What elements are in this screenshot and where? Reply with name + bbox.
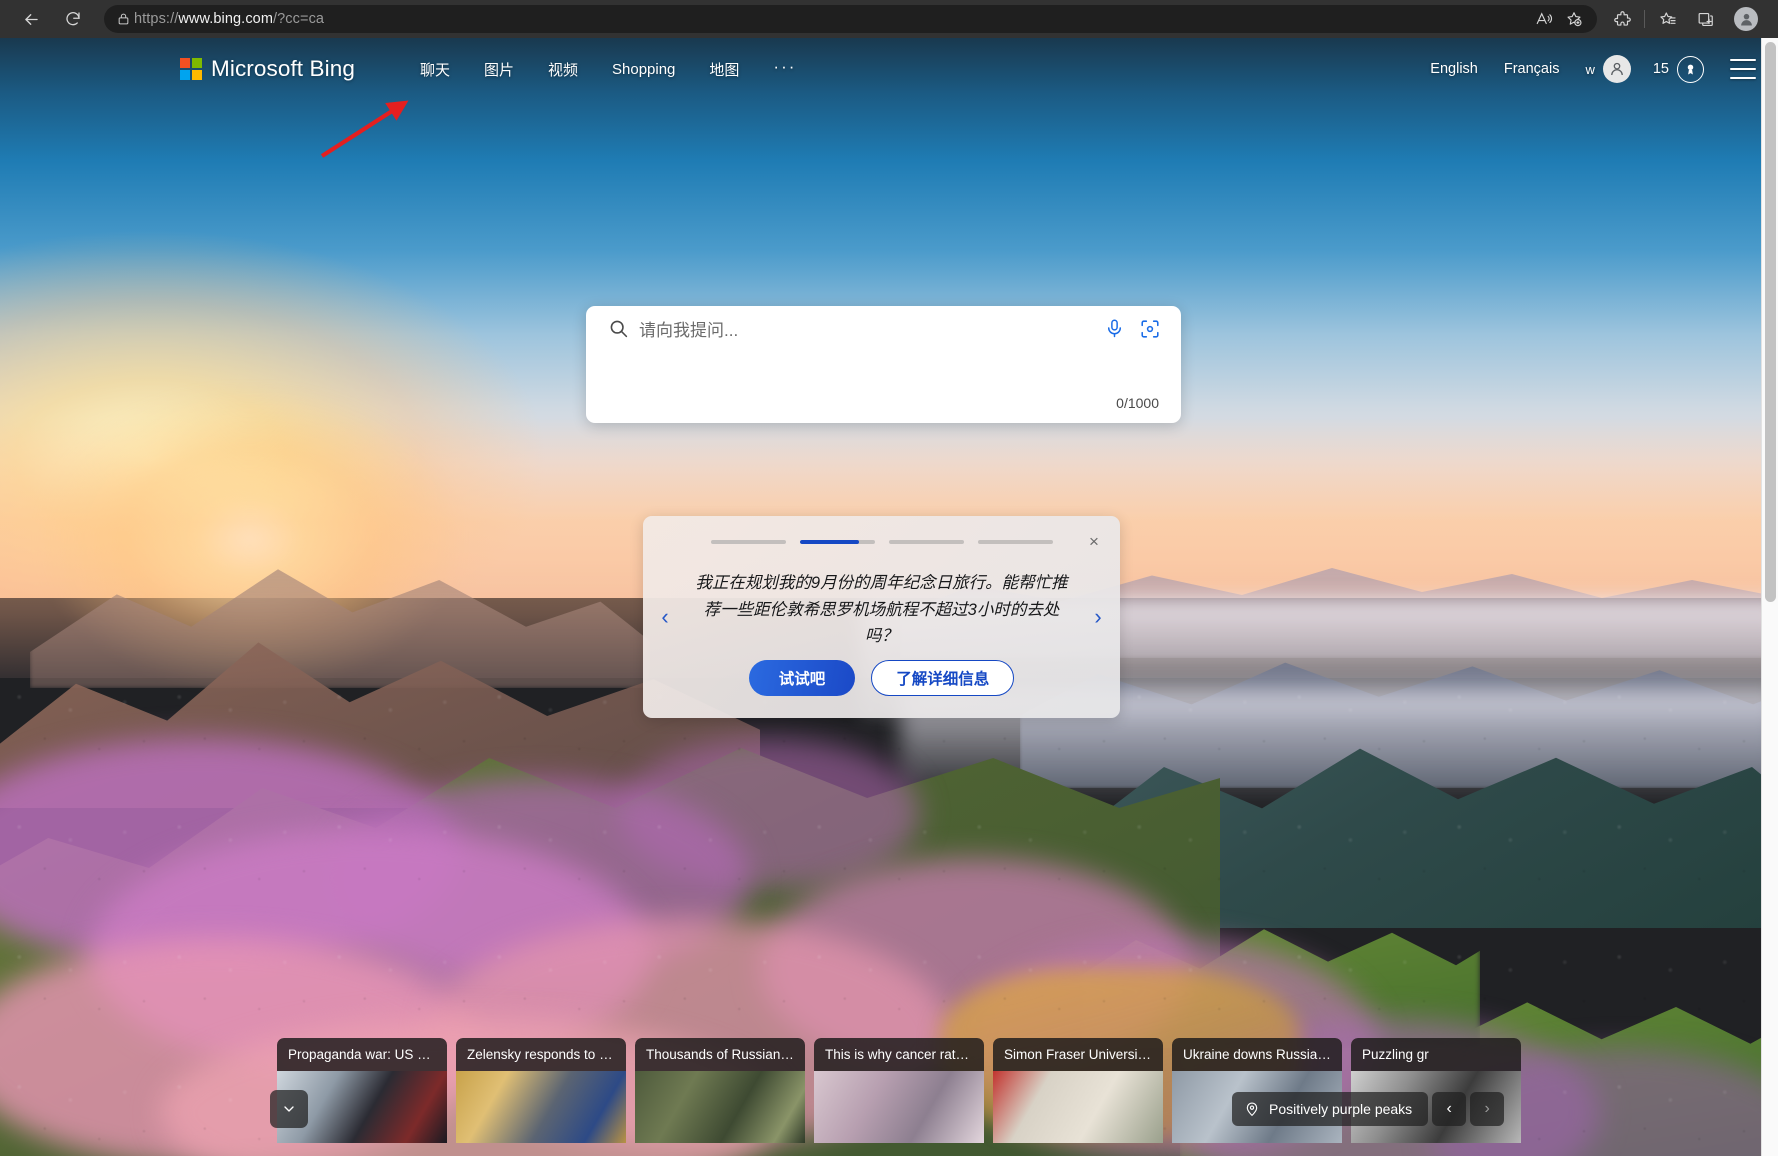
language-english[interactable]: English [1430, 61, 1478, 77]
image-next-button[interactable]: › [1470, 1092, 1505, 1126]
promo-text: 我正在规划我的9月份的周年纪念日旅行。能帮忙推荐一些距伦敦希思罗机场航程不超过3… [695, 574, 1068, 646]
browser-toolbar: https://www.bing.com/?cc=ca [0, 0, 1778, 38]
search-input[interactable] [639, 315, 1104, 347]
news-card-title: Puzzling gr [1351, 1038, 1521, 1071]
language-francais[interactable]: Français [1504, 61, 1560, 77]
image-credit: Positively purple peaks ‹ › [1232, 1092, 1505, 1126]
promo-actions: 试试吧 了解详细信息 [643, 660, 1120, 696]
promo-carousel-card: × ‹ › 我正在规划我的9月份的周年纪念日旅行。能帮忙推荐一些距伦敦希思罗机场… [643, 516, 1120, 718]
carousel-progress [711, 540, 1053, 544]
toolbar-divider [1644, 10, 1645, 28]
news-card-title: Thousands of Russian soldi... [635, 1038, 805, 1071]
rewards-widget[interactable]: 15 [1652, 55, 1704, 83]
refresh-button[interactable] [56, 2, 90, 36]
search-box: 0/1000 [586, 306, 1181, 423]
news-card-thumbnail [456, 1071, 626, 1143]
carousel-prev-icon[interactable]: ‹ [653, 604, 677, 630]
news-card[interactable]: Zelensky responds to Russi... [456, 1038, 626, 1156]
add-favorite-icon[interactable] [1559, 6, 1589, 32]
news-card-title: Ukraine downs Russian hy... [1172, 1038, 1342, 1071]
lock-icon [112, 12, 134, 26]
nav-videos[interactable]: 视频 [531, 53, 595, 86]
nav-images[interactable]: 图片 [467, 53, 531, 86]
nav-maps[interactable]: 地图 [692, 53, 756, 86]
microphone-icon[interactable] [1104, 318, 1125, 344]
hamburger-menu-icon[interactable] [1730, 59, 1756, 79]
learn-more-button[interactable]: 了解详细信息 [871, 660, 1015, 696]
address-bar[interactable]: https://www.bing.com/?cc=ca [104, 5, 1597, 33]
image-credit-pill[interactable]: Positively purple peaks [1232, 1092, 1429, 1126]
close-icon[interactable]: × [1082, 530, 1106, 554]
scrollbar-thumb[interactable] [1765, 42, 1776, 602]
news-card-thumbnail [635, 1071, 805, 1143]
collections-icon[interactable] [1686, 2, 1724, 36]
nav-more-icon[interactable]: ··· [756, 56, 813, 83]
visual-search-icon[interactable] [1139, 318, 1161, 345]
news-card-title: Propaganda war: US says ... [277, 1038, 447, 1071]
url-text: https://www.bing.com/?cc=ca [134, 11, 324, 27]
bing-nav: 聊天 图片 视频 Shopping 地图 ··· [403, 53, 813, 86]
news-card[interactable]: Simon Fraser University hir... [993, 1038, 1163, 1156]
back-button[interactable] [14, 2, 48, 36]
news-card-thumbnail [993, 1071, 1163, 1143]
progress-segment-1[interactable] [711, 540, 786, 544]
url-scheme: https:// [134, 11, 179, 27]
header-right: English Français w 15 [1404, 55, 1778, 83]
nav-shopping[interactable]: Shopping [595, 55, 692, 84]
annotation-arrow [320, 100, 409, 158]
favorites-icon[interactable] [1648, 2, 1686, 36]
progress-segment-3[interactable] [889, 540, 964, 544]
rewards-count: 15 [1652, 61, 1669, 77]
image-prev-button[interactable]: ‹ [1432, 1092, 1467, 1126]
microsoft-logo-icon [180, 58, 202, 80]
url-host: www.bing.com [178, 11, 274, 27]
account-avatar[interactable] [1602, 55, 1631, 83]
news-strip: Propaganda war: US says ... Zelensky res… [0, 1038, 1778, 1156]
page-scrollbar[interactable] [1761, 38, 1778, 1156]
location-pin-icon [1244, 1101, 1260, 1117]
news-card-title: This is why cancer rates in... [814, 1038, 984, 1071]
profile-icon[interactable] [1724, 7, 1768, 31]
rewards-badge-icon [1677, 55, 1704, 83]
image-credit-title: Positively purple peaks [1269, 1101, 1413, 1117]
extensions-icon[interactable] [1603, 2, 1641, 36]
news-card[interactable]: This is why cancer rates in... [814, 1038, 984, 1156]
scroll-down-button[interactable] [270, 1090, 308, 1128]
carousel-next-icon[interactable]: › [1086, 604, 1110, 630]
try-it-button[interactable]: 试试吧 [748, 660, 856, 696]
progress-segment-2[interactable] [800, 540, 875, 544]
progress-segment-4[interactable] [978, 540, 1053, 544]
news-card-title: Simon Fraser University hir... [993, 1038, 1163, 1071]
bing-header: Microsoft Bing 聊天 图片 视频 Shopping 地图 ··· … [0, 38, 1778, 100]
page-viewport: Microsoft Bing 聊天 图片 视频 Shopping 地图 ··· … [0, 38, 1778, 1156]
news-card-thumbnail [814, 1071, 984, 1143]
character-counter: 0/1000 [1116, 395, 1159, 411]
news-card[interactable]: Thousands of Russian soldi... [635, 1038, 805, 1156]
avatar [1734, 7, 1758, 31]
news-card-title: Zelensky responds to Russi... [456, 1038, 626, 1071]
user-initial: w [1585, 61, 1595, 77]
search-icon [608, 318, 629, 344]
url-path: /?cc=ca [273, 11, 325, 27]
read-aloud-icon[interactable] [1529, 6, 1559, 32]
